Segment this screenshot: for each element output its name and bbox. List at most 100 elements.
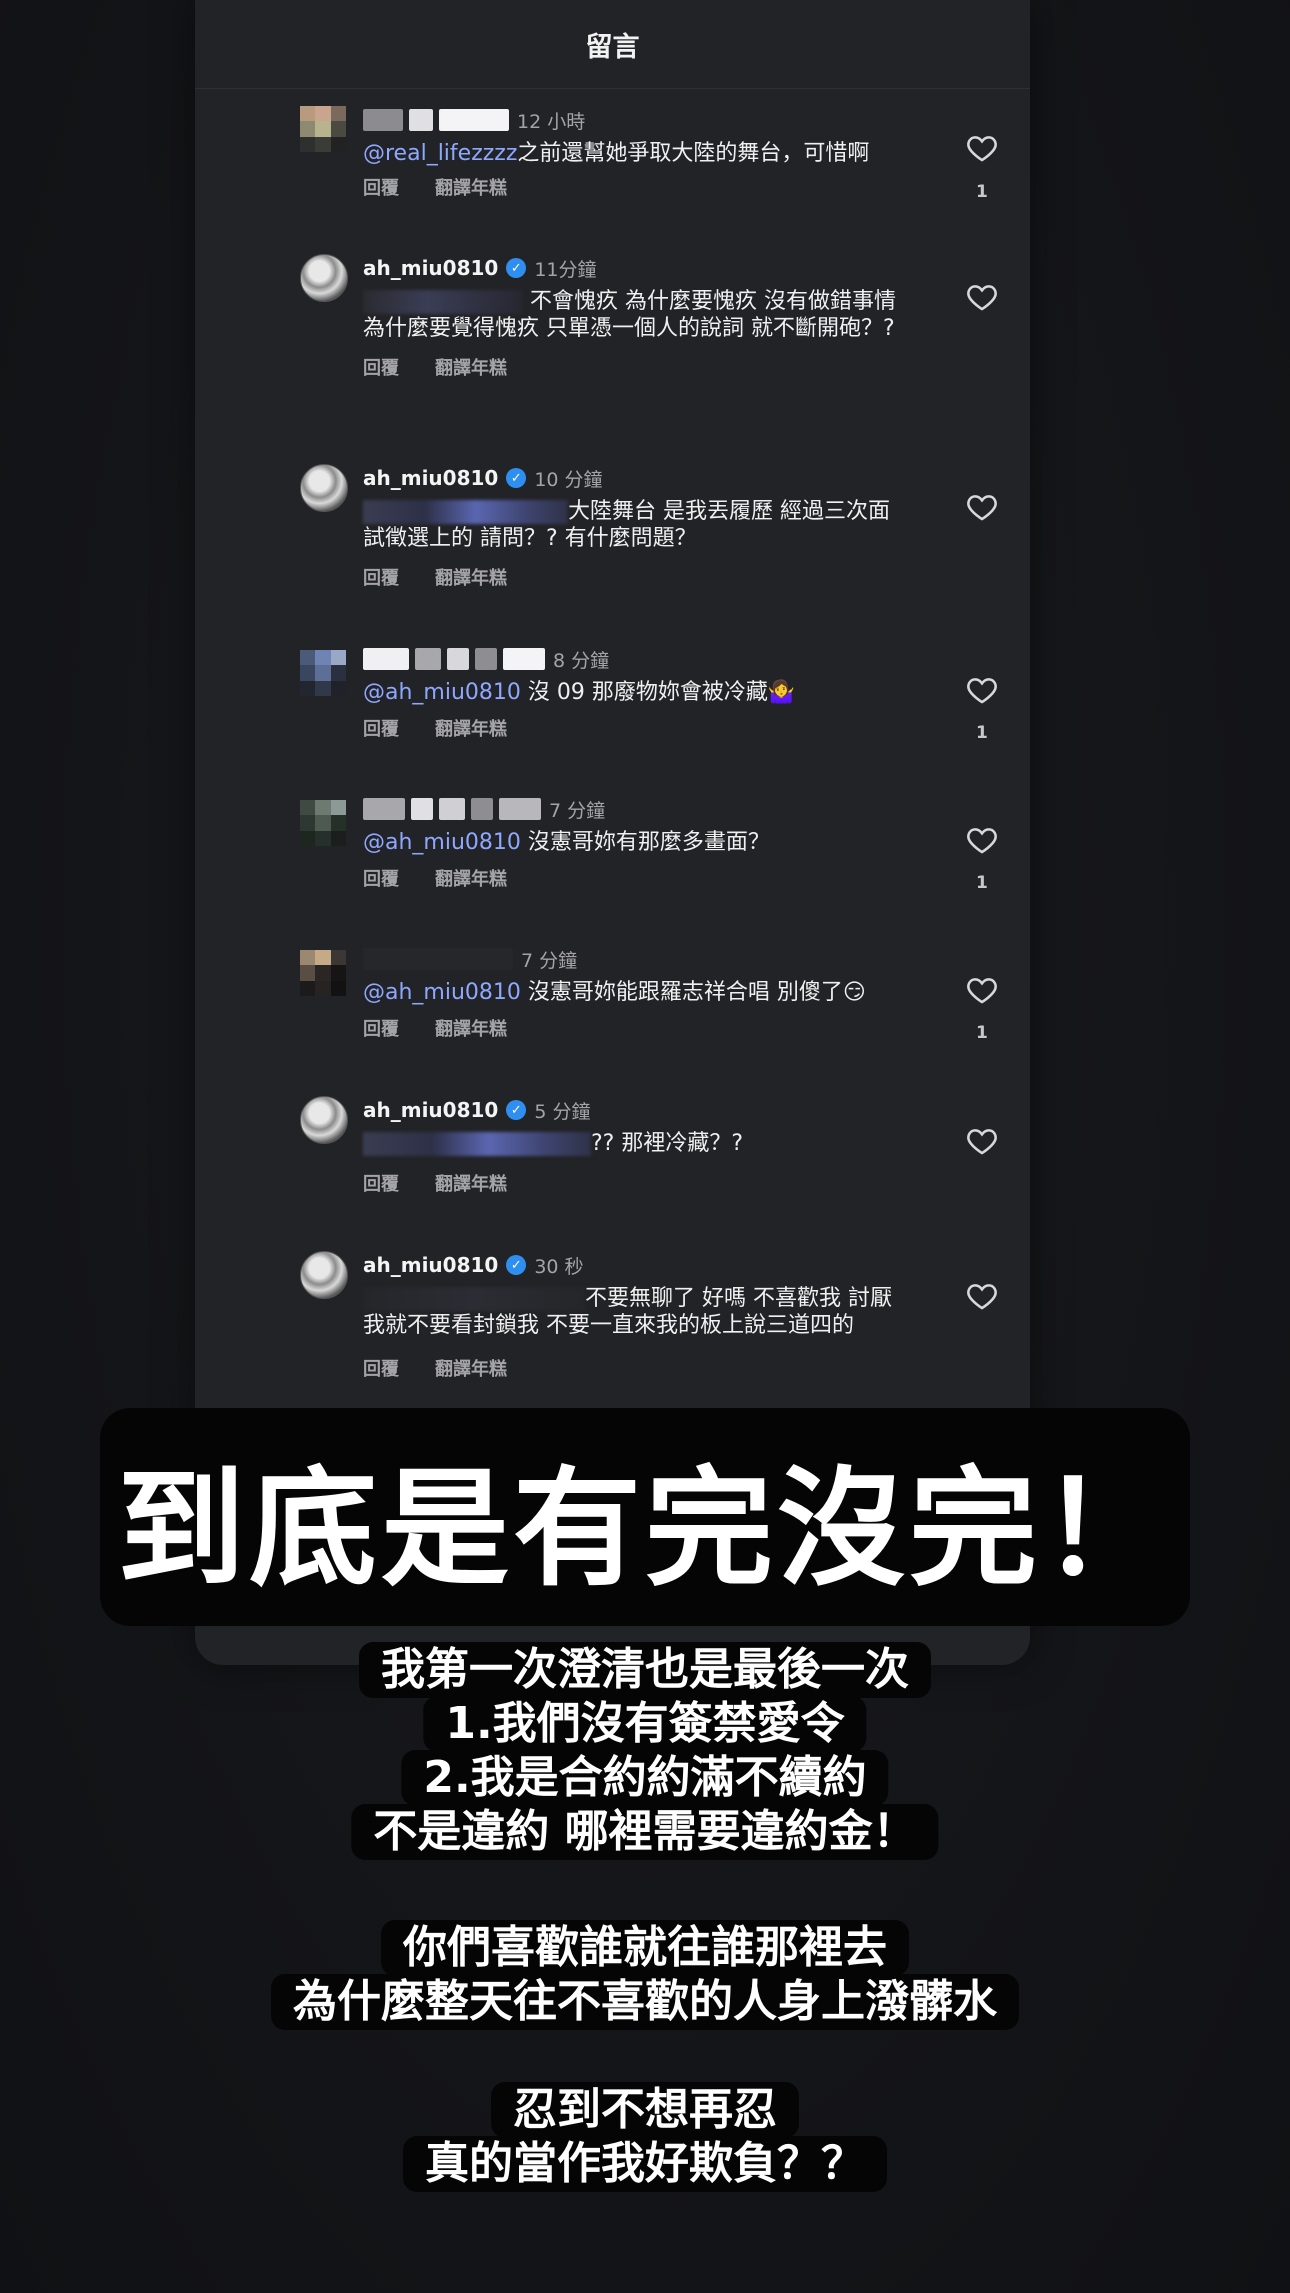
heart-icon[interactable] (965, 1124, 999, 1158)
redacted-username (363, 108, 509, 132)
verified-badge-icon: ✓ (506, 258, 527, 278)
caption-line: 忍到不想再忍 (491, 2082, 799, 2138)
comment-meta: ah_miu0810 ✓ 10 分鐘 (363, 464, 603, 492)
avatar[interactable] (300, 1251, 348, 1299)
comment-actions: 回覆 翻譯年糕 (363, 1355, 507, 1381)
comment-item: ah_miu0810 ✓ 10 分鐘 大陸舞台 是我丟履歷 經過三次面 試徵選上… (195, 464, 1030, 594)
avatar[interactable] (300, 106, 346, 152)
translate-button[interactable]: 翻譯年糕 (435, 174, 507, 200)
comment-meta: 12 小時 (363, 106, 585, 134)
verified-badge-icon: ✓ (506, 468, 527, 488)
comment-meta: ah_miu0810 ✓ 30 秒 (363, 1251, 584, 1279)
avatar[interactable] (300, 800, 346, 846)
heart-icon[interactable] (965, 1279, 999, 1313)
redacted-text (363, 1287, 585, 1311)
avatar[interactable] (300, 254, 348, 302)
heart-icon[interactable] (965, 973, 999, 1007)
comment-text: 不會愧疚 為什麼要愧疚 沒有做錯事情 為什麼要覺得愧疚 只單憑一個人的說詞 就不… (363, 289, 896, 341)
reply-button[interactable]: 回覆 (363, 1015, 399, 1041)
comment-meta: 7 分鐘 (363, 945, 577, 973)
comment-item: ah_miu0810 ✓ 11分鐘 不會愧疚 為什麼要愧疚 沒有做錯事情 為什麼… (195, 254, 1030, 384)
like-count: 1 (976, 873, 988, 893)
caption-line: 真的當作我好欺負？？ (403, 2136, 887, 2192)
caption-line: 為什麼整天往不喜歡的人身上潑髒水 (271, 1974, 1019, 2030)
translate-button[interactable]: 翻譯年糕 (435, 1355, 507, 1381)
comment-item: 7 分鐘 @ah_miu0810 沒憲哥妳能跟羅志祥合唱 別傻了😏 回覆 翻譯年… (195, 945, 1030, 1045)
reply-button[interactable]: 回覆 (363, 1355, 399, 1381)
reply-button[interactable]: 回覆 (363, 715, 399, 741)
comment-username[interactable]: ah_miu0810 (363, 466, 498, 490)
avatar[interactable] (300, 464, 348, 512)
comment-text: 大陸舞台 是我丟履歷 經過三次面 試徵選上的 請問？? 有什麼問題？ (363, 499, 890, 551)
avatar[interactable] (300, 1096, 348, 1144)
translate-button[interactable]: 翻譯年糕 (435, 564, 507, 590)
mention-link[interactable]: @ah_miu0810 (363, 830, 521, 855)
redacted-text (363, 290, 523, 314)
comment-actions: 回覆 翻譯年糕 (363, 354, 507, 380)
comment-text: 不要無聊了 好嗎 不喜歡我 討厭 我就不要看封鎖我 不要一直來我的板上說三道四的 (363, 1286, 892, 1338)
reply-button[interactable]: 回覆 (363, 865, 399, 891)
comment-text: @ah_miu0810 沒 09 那廢物妳會被冷藏🤷‍♀️ (363, 680, 796, 705)
translate-button[interactable]: 翻譯年糕 (435, 1015, 507, 1041)
comment-time: 7 分鐘 (549, 799, 606, 822)
avatar[interactable] (300, 950, 346, 996)
translate-button[interactable]: 翻譯年糕 (435, 1170, 507, 1196)
reply-button[interactable]: 回覆 (363, 1170, 399, 1196)
comment-meta: 8 分鐘 (363, 645, 609, 673)
comment-item: ah_miu0810 ✓ 5 分鐘 ?? 那裡冷藏？? 回覆 翻譯年糕 (195, 1096, 1030, 1196)
comment-time: 30 秒 (534, 1255, 584, 1278)
comment-username[interactable]: ah_miu0810 (363, 1098, 498, 1122)
heart-icon[interactable] (965, 823, 999, 857)
redacted-username (363, 647, 545, 671)
comment-text: @ah_miu0810 沒憲哥妳能跟羅志祥合唱 別傻了😏 (363, 980, 866, 1005)
caption-line: 你們喜歡誰就往誰那裡去 (381, 1920, 909, 1976)
comment-item: 12 小時 @real_lifezzzz之前還幫她爭取大陸的舞台，可惜啊 回覆 … (195, 106, 1030, 216)
comment-meta: ah_miu0810 ✓ 11分鐘 (363, 254, 597, 282)
comment-time: 12 小時 (517, 110, 586, 133)
comment-time: 10 分鐘 (534, 468, 603, 491)
avatar[interactable] (300, 650, 346, 696)
comment-meta: ah_miu0810 ✓ 5 分鐘 (363, 1096, 590, 1124)
comment-time: 11分鐘 (534, 258, 597, 281)
redacted-username (363, 797, 541, 821)
redacted-username (363, 947, 513, 971)
comment-actions: 回覆 翻譯年糕 (363, 174, 507, 200)
comment-actions: 回覆 翻譯年糕 (363, 564, 507, 590)
heart-icon[interactable] (965, 490, 999, 524)
headline-text: 到底是有完沒完！ (116, 1454, 1173, 1604)
heart-icon[interactable] (965, 131, 999, 165)
comment-username[interactable]: ah_miu0810 (363, 1253, 498, 1277)
like-count: 1 (976, 182, 988, 202)
comment-time: 8 分鐘 (553, 649, 610, 672)
like-count: 1 (976, 723, 988, 743)
translate-button[interactable]: 翻譯年糕 (435, 865, 507, 891)
comment-actions: 回覆 翻譯年糕 (363, 1170, 507, 1196)
reply-button[interactable]: 回覆 (363, 354, 399, 380)
comment-actions: 回覆 翻譯年糕 (363, 865, 507, 891)
caption-line: 1.我們沒有簽禁愛令 (423, 1696, 867, 1752)
translate-button[interactable]: 翻譯年糕 (435, 354, 507, 380)
reply-button[interactable]: 回覆 (363, 174, 399, 200)
reply-button[interactable]: 回覆 (363, 564, 399, 590)
comment-item: ah_miu0810 ✓ 30 秒 不要無聊了 好嗎 不喜歡我 討厭 我就不要看… (195, 1251, 1030, 1381)
heart-icon[interactable] (965, 280, 999, 314)
comment-text: @real_lifezzzz之前還幫她爭取大陸的舞台，可惜啊 (363, 141, 870, 166)
comment-text: ?? 那裡冷藏？? (363, 1130, 928, 1157)
comment-actions: 回覆 翻譯年糕 (363, 715, 507, 741)
comment-text: @ah_miu0810 沒憲哥妳有那麼多畫面？ (363, 830, 770, 855)
caption-line: 2.我是合約約滿不續約 (401, 1750, 889, 1806)
comment-meta: 7 分鐘 (363, 795, 605, 823)
like-count: 1 (976, 1023, 988, 1043)
caption-line: 我第一次澄清也是最後一次 (359, 1642, 931, 1698)
verified-badge-icon: ✓ (506, 1100, 527, 1120)
mention-link[interactable]: @ah_miu0810 (363, 680, 521, 705)
mention-link[interactable]: @ah_miu0810 (363, 980, 521, 1005)
translate-button[interactable]: 翻譯年糕 (435, 715, 507, 741)
comment-item: 8 分鐘 @ah_miu0810 沒 09 那廢物妳會被冷藏🤷‍♀️ 回覆 翻譯… (195, 645, 1030, 745)
comment-username[interactable]: ah_miu0810 (363, 256, 498, 280)
mention-link[interactable]: @real_lifezzzz (363, 141, 517, 166)
comment-time: 7 分鐘 (521, 949, 578, 972)
heart-icon[interactable] (965, 673, 999, 707)
panel-title: 留言 (585, 31, 640, 63)
comment-item: 7 分鐘 @ah_miu0810 沒憲哥妳有那麼多畫面？ 回覆 翻譯年糕 1 (195, 795, 1030, 895)
